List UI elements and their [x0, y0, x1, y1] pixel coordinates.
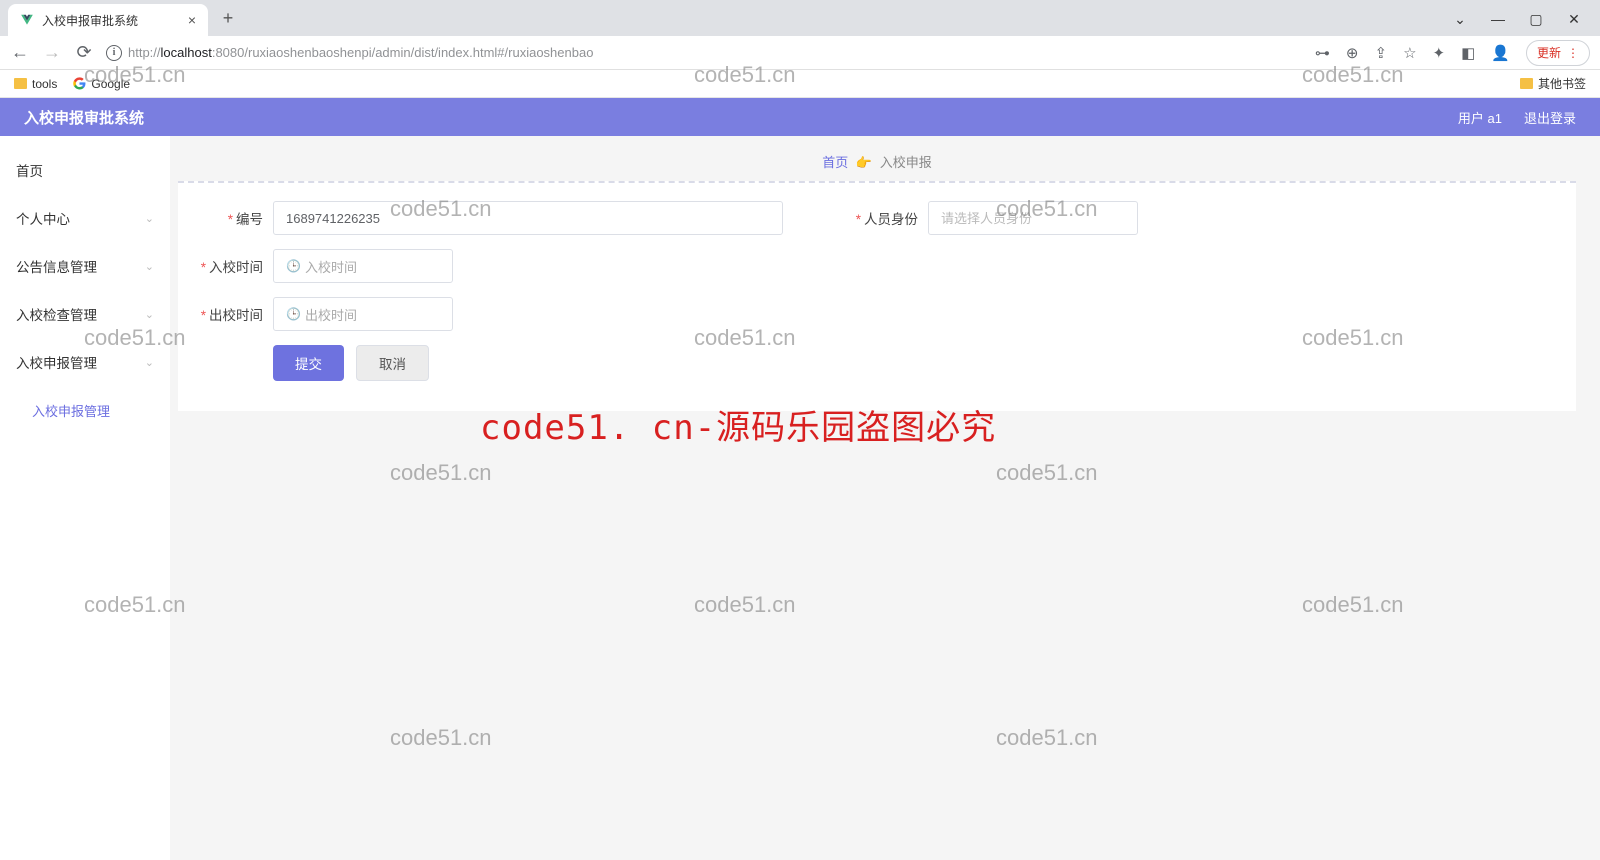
label-in-time: 入校时间	[188, 256, 273, 276]
sidebar-item-label: 首页	[16, 160, 43, 180]
maximize-icon[interactable]: ▢	[1526, 11, 1546, 28]
bookmark-label: Google	[91, 77, 130, 91]
address-bar[interactable]: i http://localhost:8080/ruxiaoshenbaoshe…	[106, 45, 1303, 61]
chevron-down-icon[interactable]: ⌄	[1450, 11, 1470, 28]
vue-favicon-icon	[20, 13, 34, 27]
sidebar: 首页 个人中心 ⌄ 公告信息管理 ⌄ 入校检查管理 ⌄ 入校申报管理 ⌄ 入校申…	[0, 136, 170, 860]
label-identity: 人员身份	[843, 208, 928, 228]
share-icon[interactable]: ⇪	[1375, 44, 1388, 62]
update-label: 更新	[1537, 44, 1561, 61]
browser-tabstrip: 入校申报审批系统 × + ⌄ — ▢ ✕	[0, 0, 1600, 36]
sidebar-item-label: 个人中心	[16, 208, 70, 228]
app-header: 入校申报审批系统 用户 a1 退出登录	[0, 98, 1600, 136]
zoom-icon[interactable]: ⊕	[1346, 44, 1359, 62]
url-prefix: http://	[128, 45, 161, 60]
clock-icon: 🕒	[286, 259, 301, 273]
other-bookmarks[interactable]: 其他书签	[1520, 75, 1586, 92]
extensions-icon[interactable]: ✦	[1433, 44, 1446, 62]
key-icon[interactable]: ⊶	[1315, 44, 1330, 62]
window-controls: ⌄ — ▢ ✕	[1450, 11, 1592, 28]
panel-icon[interactable]: ◧	[1461, 44, 1475, 62]
chevron-down-icon: ⌄	[145, 308, 154, 321]
sidebar-item-personal[interactable]: 个人中心 ⌄	[0, 194, 170, 242]
sidebar-item-label: 公告信息管理	[16, 256, 97, 276]
user-label[interactable]: 用户 a1	[1458, 108, 1502, 127]
bookmarks-bar: tools Google 其他书签	[0, 70, 1600, 98]
label-out-time: 出校时间	[188, 304, 273, 324]
folder-icon	[14, 78, 27, 89]
submit-button[interactable]: 提交	[273, 345, 344, 381]
bookmark-tools[interactable]: tools	[14, 77, 57, 91]
profile-icon[interactable]: 👤	[1491, 44, 1510, 62]
menu-dots-icon: ⋮	[1567, 46, 1579, 60]
close-window-icon[interactable]: ✕	[1564, 11, 1584, 28]
reload-icon[interactable]: ⟳	[74, 42, 94, 63]
google-icon	[73, 77, 86, 90]
url-host: localhost	[161, 45, 212, 60]
sidebar-item-notice[interactable]: 公告信息管理 ⌄	[0, 242, 170, 290]
bookmark-google[interactable]: Google	[73, 77, 130, 91]
logout-link[interactable]: 退出登录	[1524, 108, 1576, 127]
bookmark-label: 其他书签	[1538, 75, 1586, 92]
label-code: 编号	[188, 208, 273, 228]
close-tab-icon[interactable]: ×	[188, 12, 196, 28]
update-button[interactable]: 更新 ⋮	[1526, 40, 1590, 66]
browser-tab[interactable]: 入校申报审批系统 ×	[8, 4, 208, 36]
identity-select[interactable]	[928, 201, 1138, 235]
chevron-down-icon: ⌄	[145, 212, 154, 225]
sidebar-item-apply[interactable]: 入校申报管理 ⌄	[0, 338, 170, 386]
folder-icon	[1520, 78, 1533, 89]
bookmark-label: tools	[32, 77, 57, 91]
new-tab-button[interactable]: +	[216, 6, 240, 30]
sidebar-item-label: 入校申报管理	[16, 352, 97, 372]
forward-icon[interactable]: →	[42, 42, 62, 63]
breadcrumb: 首页 👉 入校申报	[178, 148, 1576, 181]
back-icon[interactable]: ←	[10, 42, 30, 63]
sidebar-item-apply-sub[interactable]: 入校申报管理	[0, 386, 170, 434]
sidebar-item-check[interactable]: 入校检查管理 ⌄	[0, 290, 170, 338]
app-body: 首页 个人中心 ⌄ 公告信息管理 ⌄ 入校检查管理 ⌄ 入校申报管理 ⌄ 入校申…	[0, 136, 1600, 860]
out-time-input[interactable]: 🕒 出校时间	[273, 297, 453, 331]
in-time-input[interactable]: 🕒 入校时间	[273, 249, 453, 283]
breadcrumb-current: 入校申报	[880, 155, 932, 170]
url-path: :8080/ruxiaoshenbaoshenpi/admin/dist/ind…	[212, 45, 594, 60]
tab-title: 入校申报审批系统	[42, 12, 138, 29]
bookmark-icon[interactable]: ☆	[1403, 44, 1416, 62]
main-content: 首页 👉 入校申报 编号 人员身份 入校时间 🕒 入校时间	[170, 136, 1600, 860]
clock-icon: 🕒	[286, 307, 301, 321]
chevron-down-icon: ⌄	[145, 260, 154, 273]
sidebar-item-label: 入校申报管理	[32, 401, 110, 420]
toolbar-icons: ⊶ ⊕ ⇪ ☆ ✦ ◧ 👤 更新 ⋮	[1315, 40, 1590, 66]
minimize-icon[interactable]: —	[1488, 11, 1508, 28]
chevron-down-icon: ⌄	[145, 356, 154, 369]
sidebar-item-home[interactable]: 首页	[0, 146, 170, 194]
in-time-placeholder: 入校时间	[305, 257, 357, 276]
app-title: 入校申报审批系统	[24, 107, 144, 128]
breadcrumb-home[interactable]: 首页	[822, 155, 848, 170]
form-panel: 编号 人员身份 入校时间 🕒 入校时间 出校时间 🕒	[178, 181, 1576, 411]
site-info-icon[interactable]: i	[106, 45, 122, 61]
out-time-placeholder: 出校时间	[305, 305, 357, 324]
cancel-button[interactable]: 取消	[356, 345, 429, 381]
code-input[interactable]	[273, 201, 783, 235]
breadcrumb-sep-icon: 👉	[856, 155, 872, 170]
sidebar-item-label: 入校检查管理	[16, 304, 97, 324]
address-bar-row: ← → ⟳ i http://localhost:8080/ruxiaoshen…	[0, 36, 1600, 70]
